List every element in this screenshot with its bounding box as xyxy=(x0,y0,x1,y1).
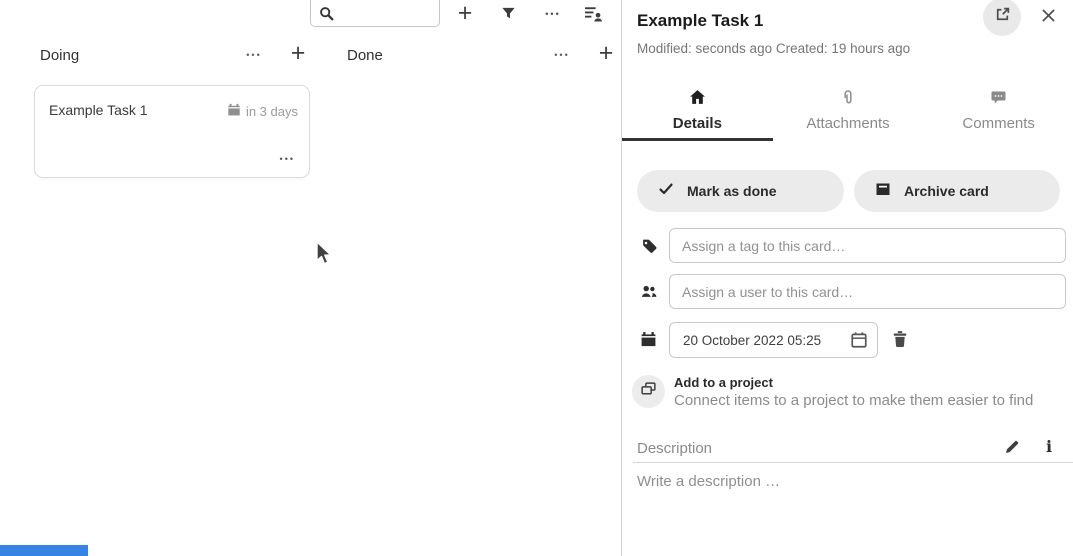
mark-as-done-label: Mark as done xyxy=(687,183,776,199)
add-card-button[interactable]: + xyxy=(455,0,475,26)
archive-card-label: Archive card xyxy=(904,183,989,199)
open-external-button[interactable] xyxy=(983,0,1021,36)
add-to-project-subtitle: Connect items to a project to make them … xyxy=(674,392,1033,409)
info-icon[interactable]: i xyxy=(1046,437,1052,456)
calendar-icon xyxy=(227,103,241,120)
tab-details[interactable]: Details xyxy=(622,80,773,141)
archive-icon xyxy=(875,181,891,202)
due-date-field[interactable]: 20 October 2022 05:25 xyxy=(669,322,878,358)
panel-tabs: Details Attachments Comments xyxy=(622,80,1073,141)
tab-comments[interactable]: Comments xyxy=(923,80,1073,141)
archive-card-button[interactable]: Archive card xyxy=(854,170,1060,212)
assign-tag-input[interactable] xyxy=(669,228,1066,263)
tab-label: Comments xyxy=(962,115,1035,132)
mark-as-done-button[interactable]: Mark as done xyxy=(637,170,844,212)
description-placeholder[interactable]: Write a description … xyxy=(637,473,780,490)
users-icon xyxy=(640,284,658,305)
calendar-icon xyxy=(640,331,657,353)
assign-user-input[interactable] xyxy=(669,274,1066,309)
date-picker-icon[interactable] xyxy=(850,331,868,349)
home-icon xyxy=(689,89,706,106)
column-title-done: Done xyxy=(347,47,383,64)
stacked-cards-icon xyxy=(640,381,657,403)
close-icon xyxy=(1041,8,1056,28)
search-input[interactable] xyxy=(339,4,435,24)
due-date-value: 20 October 2022 05:25 xyxy=(683,333,850,348)
column-menu-button[interactable]: ••• xyxy=(242,50,266,60)
app-window: + ••• Doing ••• + Done ••• + Example Tas… xyxy=(0,0,1073,556)
column-add-button[interactable]: + xyxy=(287,40,309,66)
filter-icon[interactable] xyxy=(501,6,516,26)
tab-label: Attachments xyxy=(806,115,889,132)
search-icon xyxy=(319,6,334,26)
edit-description-icon[interactable] xyxy=(1004,439,1020,460)
kanban-board: + ••• Doing ••• + Done ••• + Example Tas… xyxy=(0,0,620,556)
card-due-date: in 3 days xyxy=(227,103,298,120)
panel-title: Example Task 1 xyxy=(637,11,763,31)
comment-icon xyxy=(990,89,1007,106)
mouse-cursor xyxy=(316,241,335,273)
card-details-panel: Example Task 1 Modified: seconds ago Cre… xyxy=(621,0,1073,556)
column-title-doing: Doing xyxy=(40,47,79,64)
task-card[interactable]: Example Task 1 in 3 days ••• xyxy=(34,85,310,178)
external-link-icon xyxy=(994,6,1011,28)
tag-icon xyxy=(641,238,658,260)
add-to-project-title[interactable]: Add to a project xyxy=(674,375,773,390)
column-add-button[interactable]: + xyxy=(595,40,617,66)
tab-attachments[interactable]: Attachments xyxy=(773,80,924,141)
sort-assign-icon[interactable] xyxy=(584,5,603,27)
panel-meta: Modified: seconds ago Created: 19 hours … xyxy=(637,41,910,56)
card-menu-button[interactable]: ••• xyxy=(280,154,295,164)
search-box[interactable] xyxy=(310,0,440,27)
column-menu-button[interactable]: ••• xyxy=(550,50,574,60)
remove-due-date-button[interactable] xyxy=(891,330,909,353)
board-menu-button[interactable]: ••• xyxy=(541,9,565,19)
progress-indicator-bar xyxy=(0,545,88,556)
card-title: Example Task 1 xyxy=(49,102,148,118)
description-label: Description xyxy=(637,440,712,457)
tab-label: Details xyxy=(673,115,722,132)
close-panel-button[interactable] xyxy=(1037,7,1059,29)
add-to-project-button[interactable] xyxy=(632,375,665,408)
paperclip-icon xyxy=(840,89,856,106)
card-due-label: in 3 days xyxy=(246,104,298,119)
check-icon xyxy=(658,181,674,202)
description-header: Description i xyxy=(633,437,1073,463)
